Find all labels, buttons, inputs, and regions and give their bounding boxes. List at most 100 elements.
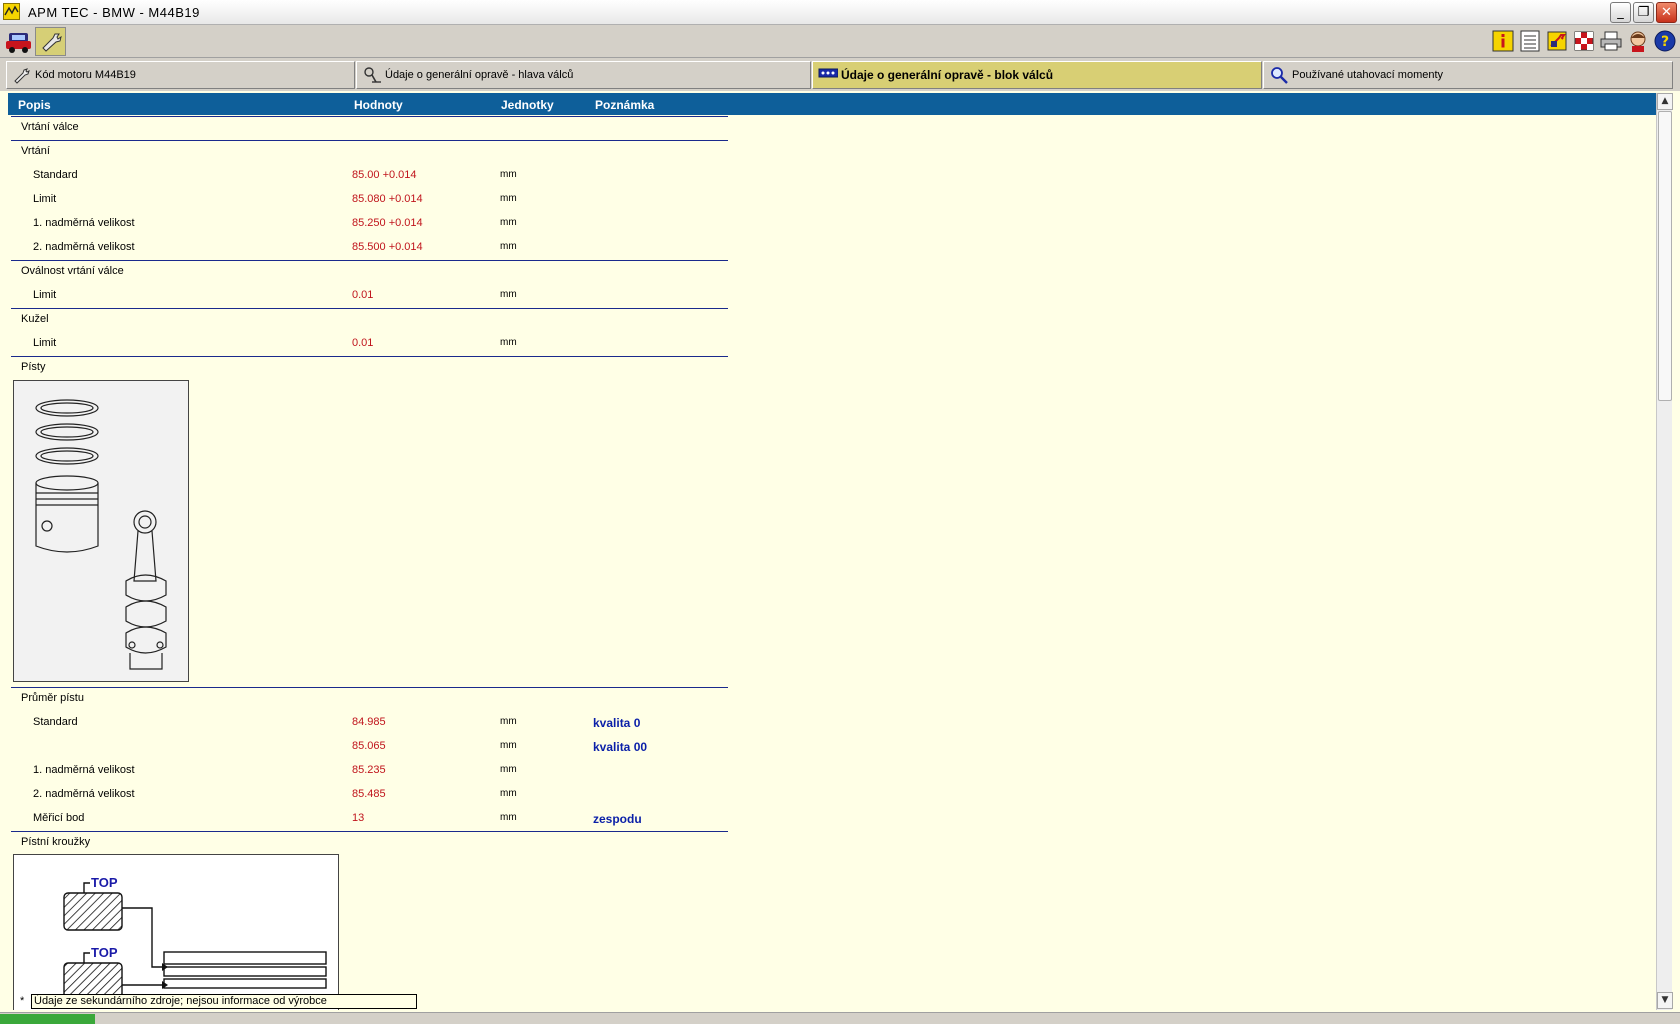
row-value: 85.065 [352,740,386,752]
table-row: 2. nadměrná velikost 85.500 +0.014 mm [8,235,728,259]
row-unit: mm [500,193,517,204]
row-value: 85.235 [352,764,386,776]
help-button[interactable]: ? [1653,29,1677,53]
minimize-button[interactable]: _ [1610,2,1631,23]
tab-cylinder-block[interactable]: Údaje o generální opravě - blok válců [812,61,1262,89]
row-value: 85.250 +0.014 [352,217,423,229]
row-unit: mm [500,217,517,228]
tools-button[interactable] [1545,29,1569,53]
row-value: 13 [352,812,365,824]
section-row: Kužel [8,307,728,331]
row-value: 0.01 [352,337,374,349]
row-desc: Standard [33,169,78,181]
tab-bar: Kód motoru M44B19 Údaje o generální opra… [0,58,1680,91]
row-value: 85.00 +0.014 [352,169,417,181]
top-label: TOP [91,945,118,960]
tab-label: Údaje o generální opravě - blok válců [841,68,1054,82]
section-row: Písty [8,355,728,379]
top-label: TOP [91,875,118,890]
row-value: 85.080 +0.014 [352,193,423,205]
row-desc: Standard [33,716,78,728]
footnote-text: Údaje ze sekundárního zdroje; nejsou inf… [31,994,417,1009]
table-row: Limit 0.01 mm [8,283,728,307]
table-body: Vrtání válce Vrtání Standard 85.00 +0.01… [8,115,1656,1010]
vertical-scrollbar[interactable]: ▲ ▼ [1656,93,1673,1010]
row-desc: 2. nadměrná velikost [33,788,135,800]
section-row: Pístní kroužky [8,830,728,854]
row-desc: Kužel [21,313,49,325]
table-row: Standard 84.985 mm kvalita 0 [8,710,728,734]
row-value: 84.985 [352,716,386,728]
row-desc: 2. nadměrná velikost [33,241,135,253]
toolbar: ? [0,25,1680,58]
tab-label: Údaje o generální opravě - hlava válců [385,69,574,81]
section-row: Vrtání válce [8,115,728,139]
tab-engine-code[interactable]: Kód motoru M44B19 [6,61,355,89]
table-row: Měřicí bod 13 mm zespodu [8,806,728,830]
row-desc: Průměr pístu [21,692,84,704]
footnote-star: * [20,995,25,1007]
table-row: Limit 0.01 mm [8,331,728,355]
row-value: 85.500 +0.014 [352,241,423,253]
row-unit: mm [500,764,517,775]
table-row: Limit 85.080 +0.014 mm [8,187,728,211]
person-icon [1630,31,1646,52]
close-button[interactable]: ✕ [1656,2,1677,23]
info-button[interactable] [1491,29,1515,53]
window-title: APM TEC - BMW - M44B19 [28,5,200,20]
row-desc: Limit [33,337,57,349]
table-header: Popis Hodnoty Jednotky Poznámka [8,93,1656,115]
tab-label: Kód motoru M44B19 [35,69,136,81]
section-row: Vrtání [8,139,728,163]
row-desc: Měřicí bod [33,812,85,824]
row-desc: 1. nadměrná velikost [33,217,135,229]
scroll-thumb[interactable] [1658,111,1672,401]
person-button[interactable] [1626,29,1650,53]
data-panel: Popis Hodnoty Jednotky Poznámka Vrtání v… [8,93,1656,1010]
piston-illustration [35,399,167,670]
tab-torque-settings[interactable]: Používané utahovací momenty [1263,61,1673,89]
app-logo-icon [3,3,20,20]
tab-cylinder-head[interactable]: Údaje o generální opravě - hlava válců [356,61,811,89]
row-value: 85.485 [352,788,386,800]
wrench-icon [42,33,62,52]
row-desc: Vrtání [21,145,50,157]
tools-icon [1547,31,1567,51]
scroll-up-button[interactable]: ▲ [1657,93,1673,110]
magnifier-icon [1271,67,1288,84]
list-button[interactable] [1518,29,1542,53]
piston-ring-illustration: TOP TOP [63,875,327,1001]
restore-button[interactable]: ❐ [1633,2,1654,23]
flag-icon [1574,31,1594,51]
status-indicator [0,1014,95,1024]
row-unit: mm [500,740,517,751]
info-icon [1492,30,1514,52]
wrench-button[interactable] [35,27,66,56]
column-header-unit: Jednotky [501,98,554,112]
scroll-down-button[interactable]: ▼ [1657,992,1673,1009]
row-note: kvalita 0 [593,716,641,730]
row-unit: mm [500,289,517,300]
print-icon [1600,31,1622,51]
row-note: zespodu [593,812,642,826]
table-row: Standard 85.00 +0.014 mm [8,163,728,187]
table-row: 85.065 mm kvalita 00 [8,734,728,758]
footnote: * Údaje ze sekundárního zdroje; nejsou i… [20,994,420,1009]
flag-button[interactable] [1572,29,1596,53]
piston-diagram [13,380,189,682]
help-icon: ? [1654,30,1676,52]
row-desc: Limit [33,289,57,301]
wrench-icon [14,68,30,84]
car-button[interactable] [3,27,34,56]
row-desc: 1. nadměrná velikost [33,764,135,776]
title-bar: APM TEC - BMW - M44B19 _ ❐ ✕ [0,0,1680,25]
print-button[interactable] [1599,29,1623,53]
column-header-note: Poznámka [595,98,655,112]
row-value: 0.01 [352,289,374,301]
svg-text:?: ? [1661,34,1669,50]
row-desc: Limit [33,193,57,205]
column-header-desc: Popis [18,98,51,112]
column-header-val: Hodnoty [354,98,403,112]
section-row: Oválnost vrtání válce [8,259,728,283]
row-unit: mm [500,169,517,180]
